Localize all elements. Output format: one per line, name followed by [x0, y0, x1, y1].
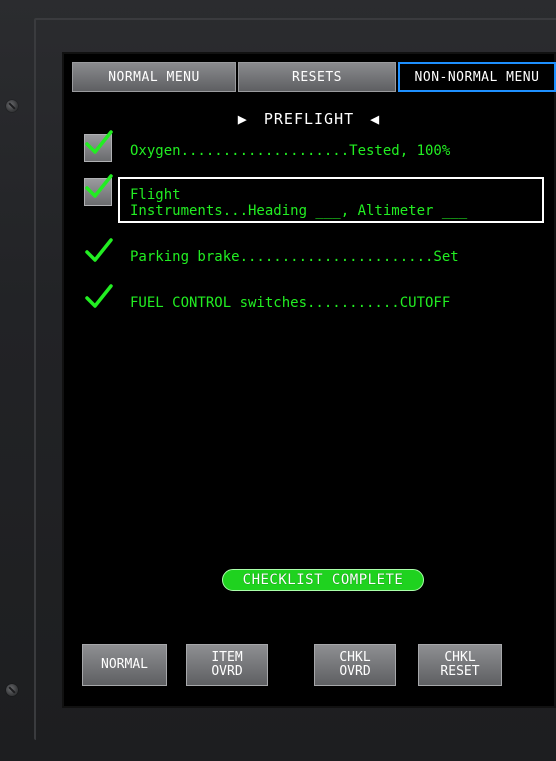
checkmark-icon [85, 130, 113, 154]
arrow-left-icon: ◀ [370, 110, 381, 128]
button-label: NORMAL [101, 657, 148, 672]
item-ovrd-button[interactable]: ITEM OVRD [186, 644, 268, 686]
checkmark-icon [85, 174, 113, 198]
normal-button[interactable]: NORMAL [82, 644, 167, 686]
page-title: ▶ PREFLIGHT ◀ [62, 110, 556, 128]
button-label-line1: ITEM [211, 650, 243, 665]
item-text: FUEL CONTROL switches...........CUTOFF [130, 295, 451, 311]
tab-resets[interactable]: RESETS [238, 62, 396, 92]
page-title-text: PREFLIGHT [263, 110, 355, 128]
item-text-line1: Flight [130, 187, 181, 203]
arrow-right-icon: ▶ [237, 110, 248, 128]
screw-icon [6, 100, 18, 112]
checklist-display: NORMAL MENU RESETS NON-NORMAL MENU ▶ PRE… [62, 52, 556, 708]
item-text-line2: Instruments...Heading ___, Altimeter ___ [130, 203, 468, 219]
screw-icon [6, 684, 18, 696]
button-label-line2: RESET [440, 664, 480, 679]
checklist-complete-indicator: CHECKLIST COMPLETE [222, 569, 424, 591]
tab-normal-menu[interactable]: NORMAL MENU [72, 62, 236, 92]
chkl-reset-button[interactable]: CHKL RESET [418, 644, 502, 686]
checkmark-icon [85, 284, 113, 308]
checkmark-icon [85, 238, 113, 262]
chkl-ovrd-button[interactable]: CHKL OVRD [314, 644, 396, 686]
button-label-line1: CHKL [444, 650, 476, 665]
button-label-line2: OVRD [339, 664, 371, 679]
button-label-line1: CHKL [339, 650, 371, 665]
item-text: Oxygen....................Tested, 100% [130, 143, 451, 159]
item-text: Parking brake.......................Set [130, 249, 459, 265]
tab-non-normal-menu[interactable]: NON-NORMAL MENU [398, 62, 556, 92]
button-label-line2: OVRD [211, 664, 243, 679]
